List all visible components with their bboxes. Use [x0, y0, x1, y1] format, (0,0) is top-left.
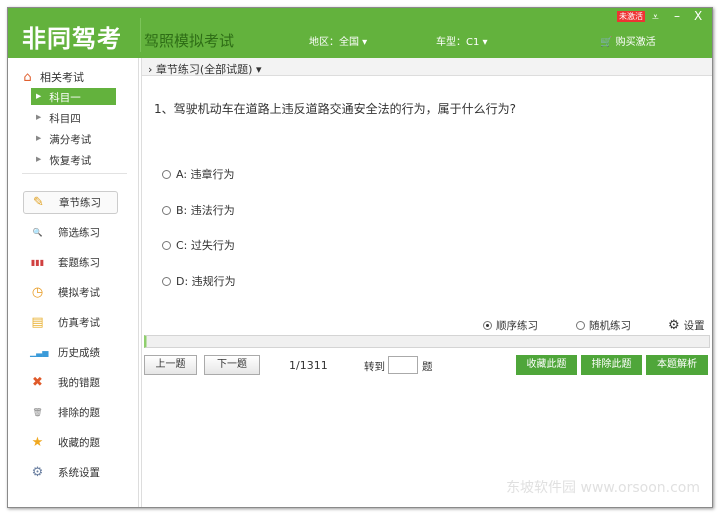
nav-item-4[interactable]: ▤ 仿真考试 — [23, 311, 118, 334]
nav-item-8[interactable]: ★ 收藏的题 — [23, 431, 118, 454]
random-mode-radio[interactable]: 随机练习 — [576, 318, 631, 333]
mode-label: 顺序练习 — [496, 320, 538, 332]
settings-label: 设置 — [683, 320, 705, 332]
nav-icon: 🗑 — [32, 408, 43, 417]
nav-icon: ▮▮▮ — [30, 258, 45, 267]
nav-item-5[interactable]: ▁▃▅ 历史成绩 — [23, 341, 118, 364]
nav-icon: ✎ — [33, 195, 44, 210]
not-activated-badge: 未激活 — [617, 11, 645, 22]
arrow-icon: ▸ — [36, 111, 42, 123]
related-exams-title: ⌂ 相关考试 — [20, 69, 84, 85]
subject-label: 科目四 — [49, 113, 81, 125]
subject-item-4[interactable]: ▸ 科目四 — [31, 109, 116, 126]
menu-button[interactable]: ⩡ — [652, 10, 659, 25]
explain-question-button[interactable]: 本题解析 — [646, 355, 708, 375]
header: 非同驾考 驾照模拟考试 地区：全国 ▾ 车型：C1 ▾ 🛒 购买激活 未激活 ⩡… — [8, 8, 712, 58]
nav-icon: ▁▃▅ — [30, 348, 49, 357]
nav-label: 我的错题 — [58, 377, 100, 389]
minimize-button[interactable]: – — [674, 9, 680, 23]
option-label: C: 过失行为 — [176, 239, 235, 252]
nav-label: 收藏的题 — [58, 437, 100, 449]
option-label: D: 违规行为 — [176, 275, 236, 288]
arrow-icon: ▸ — [36, 90, 42, 102]
subject-label: 科目一 — [49, 92, 81, 104]
nav-label: 套题练习 — [58, 257, 100, 269]
radio-icon — [162, 240, 171, 250]
app-window: 非同驾考 驾照模拟考试 地区：全国 ▾ 车型：C1 ▾ 🛒 购买激活 未激活 ⩡… — [7, 7, 713, 508]
nav-item-1[interactable]: 🔍 筛选练习 — [23, 221, 118, 244]
settings-button[interactable]: ⚙ 设置 — [668, 318, 705, 333]
nav-icon: 🔍 — [32, 228, 43, 237]
prev-question-button[interactable]: 上一题 — [144, 355, 197, 375]
watermark: 东坡软件园 www.orsoon.com — [506, 480, 700, 496]
option-b[interactable]: B: 违法行为 — [162, 202, 235, 218]
exclude-question-button[interactable]: 排除此题 — [581, 355, 642, 375]
progress-bar — [144, 335, 710, 348]
question-counter: 1/1311 — [289, 359, 328, 372]
radio-icon — [162, 169, 171, 179]
nav-item-9[interactable]: ⚙ 系统设置 — [23, 461, 118, 484]
region-select[interactable]: 地区：全国 ▾ — [309, 33, 367, 48]
nav-label: 章节练习 — [59, 197, 101, 209]
radio-icon — [162, 276, 171, 286]
app-subtitle: 驾照模拟考试 — [144, 32, 235, 50]
main-content: › 章节练习(全部试题) ▾ 1、驾驶机动车在道路上违反道路交通安全法的行为，属… — [141, 58, 712, 507]
arrow-icon: ▸ — [36, 153, 42, 165]
nav-item-6[interactable]: ✖ 我的错题 — [23, 371, 118, 394]
nav-icon: ✖ — [32, 375, 43, 390]
nav-label: 系统设置 — [58, 467, 100, 479]
nav-icon: ★ — [31, 435, 44, 450]
sidebar: ⌂ 相关考试 ▸ 科目一 ▸ 科目四 ▸ 满分考试 ▸ 恢复考试 ✎ 章节练习 🔍 筛选练习 ▮▮… — [8, 58, 139, 507]
radio-icon — [483, 321, 492, 330]
subject-item-full-score[interactable]: ▸ 满分考试 — [31, 130, 116, 147]
sidebar-title: 相关考试 — [40, 71, 84, 84]
buy-label: 购买激活 — [615, 37, 656, 48]
mode-label: 随机练习 — [589, 320, 631, 332]
sequential-mode-radio[interactable]: 顺序练习 — [483, 318, 538, 333]
nav-icon: ▤ — [31, 315, 44, 330]
nav-item-0[interactable]: ✎ 章节练习 — [23, 191, 118, 214]
option-label: A: 违章行为 — [176, 168, 235, 181]
favorite-question-button[interactable]: 收藏此题 — [516, 355, 577, 375]
app-logo: 非同驾考 — [22, 25, 122, 53]
chapter-dropdown[interactable]: › 章节练习(全部试题) ▾ — [142, 58, 712, 76]
subject-item-1[interactable]: ▸ 科目一 — [31, 88, 116, 105]
buy-activate-link[interactable]: 🛒 购买激活 — [600, 33, 656, 48]
nav-icon: ◷ — [31, 285, 44, 300]
radio-icon — [576, 321, 585, 330]
radio-icon — [162, 205, 171, 215]
option-d[interactable]: D: 违规行为 — [162, 273, 236, 289]
sidebar-divider — [22, 173, 127, 174]
gear-icon: ⚙ — [668, 318, 680, 333]
goto-unit: 题 — [422, 361, 433, 373]
home-icon: ⌂ — [23, 69, 32, 85]
close-button[interactable]: X — [694, 9, 702, 23]
nav-item-2[interactable]: ▮▮▮ 套题练习 — [23, 251, 118, 274]
nav-item-3[interactable]: ◷ 模拟考试 — [23, 281, 118, 304]
option-label: B: 违法行为 — [176, 204, 235, 217]
header-divider — [140, 18, 141, 52]
nav-label: 历史成绩 — [58, 347, 100, 359]
cart-icon: 🛒 — [600, 37, 613, 48]
nav-label: 筛选练习 — [58, 227, 100, 239]
nav-label: 模拟考试 — [58, 287, 100, 299]
nav-item-7[interactable]: 🗑 排除的题 — [23, 401, 118, 424]
subject-item-recovery[interactable]: ▸ 恢复考试 — [31, 151, 116, 168]
car-type-select[interactable]: 车型：C1 ▾ — [436, 33, 488, 48]
option-a[interactable]: A: 违章行为 — [162, 166, 235, 182]
nav-icon: ⚙ — [31, 465, 44, 480]
nav-label: 仿真考试 — [58, 317, 100, 329]
goto-input[interactable] — [388, 356, 418, 374]
nav-label: 排除的题 — [58, 407, 100, 419]
question-text: 1、驾驶机动车在道路上违反道路交通安全法的行为，属于什么行为? — [154, 102, 517, 116]
subject-label: 恢复考试 — [49, 155, 92, 167]
goto-label: 转到 — [364, 361, 385, 373]
arrow-icon: ▸ — [36, 132, 42, 144]
next-question-button[interactable]: 下一题 — [204, 355, 260, 375]
option-c[interactable]: C: 过失行为 — [162, 237, 235, 253]
subject-label: 满分考试 — [49, 134, 92, 146]
